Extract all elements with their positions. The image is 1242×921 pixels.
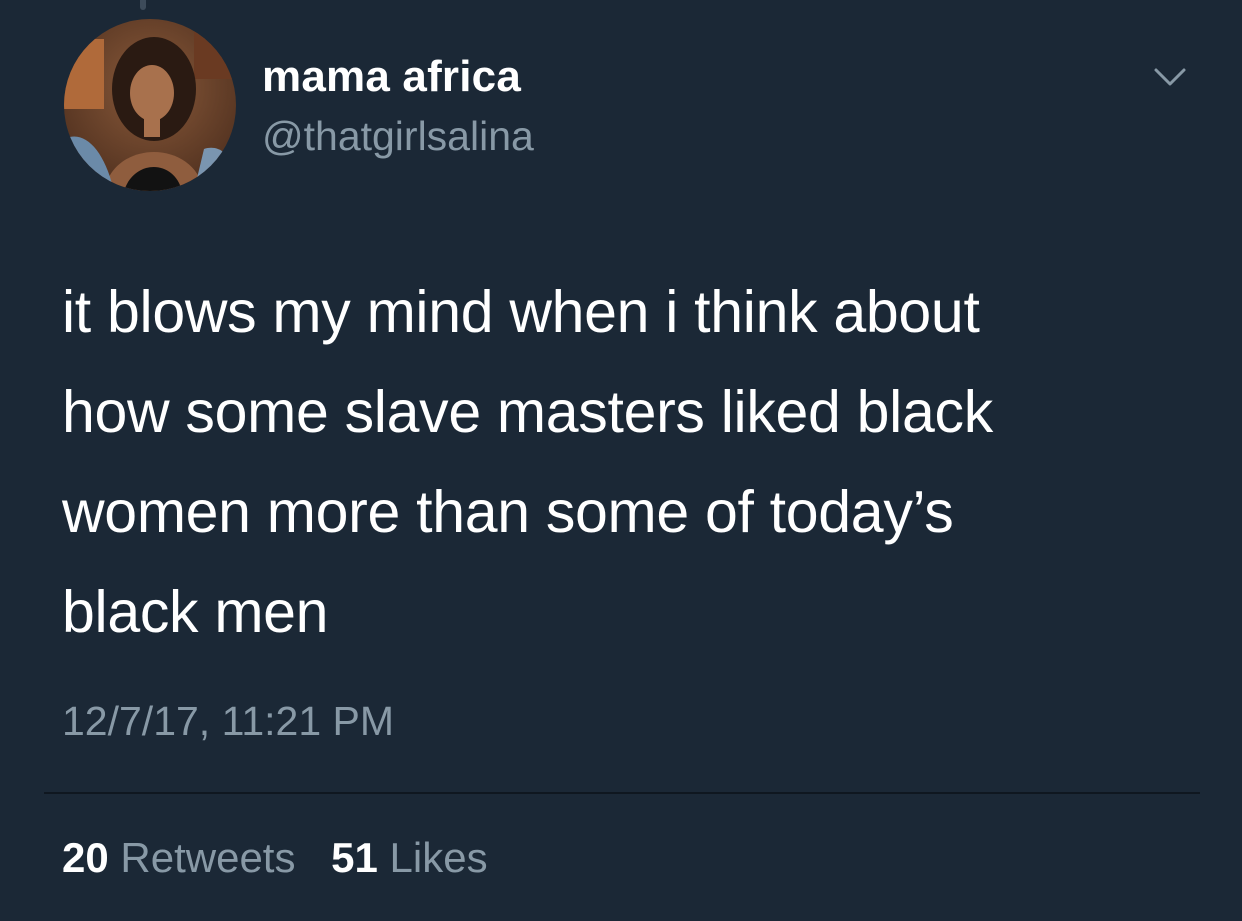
retweets-label: Retweets [120,834,296,881]
author-handle[interactable]: @thatgirlsalina [262,113,534,160]
tweet-timestamp[interactable]: 12/7/17, 11:21 PM [62,698,394,745]
tweet-text-line: black men [62,579,329,645]
thread-connector [140,0,146,10]
avatar[interactable] [64,19,236,191]
tweet-text-line: women more than some of today’s [62,479,954,545]
retweets-count: 20 [62,834,109,881]
tweet-text: it blows my mind when i think about how … [62,262,1192,662]
retweets-stat[interactable]: 20 Retweets [62,834,295,882]
avatar-photo [64,19,236,191]
author-display-name[interactable]: mama africa [262,52,521,102]
likes-stat[interactable]: 51 Likes [331,834,487,882]
chevron-down-icon[interactable] [1146,60,1194,96]
divider [44,792,1200,794]
tweet-text-line: it blows my mind when i think about [62,279,980,345]
tweet-stats: 20 Retweets 51 Likes [62,834,512,882]
tweet-card: mama africa @thatgirlsalina it blows my … [0,0,1242,921]
likes-count: 51 [331,834,378,881]
likes-label: Likes [389,834,488,881]
tweet-text-line: how some slave masters liked black [62,379,993,445]
